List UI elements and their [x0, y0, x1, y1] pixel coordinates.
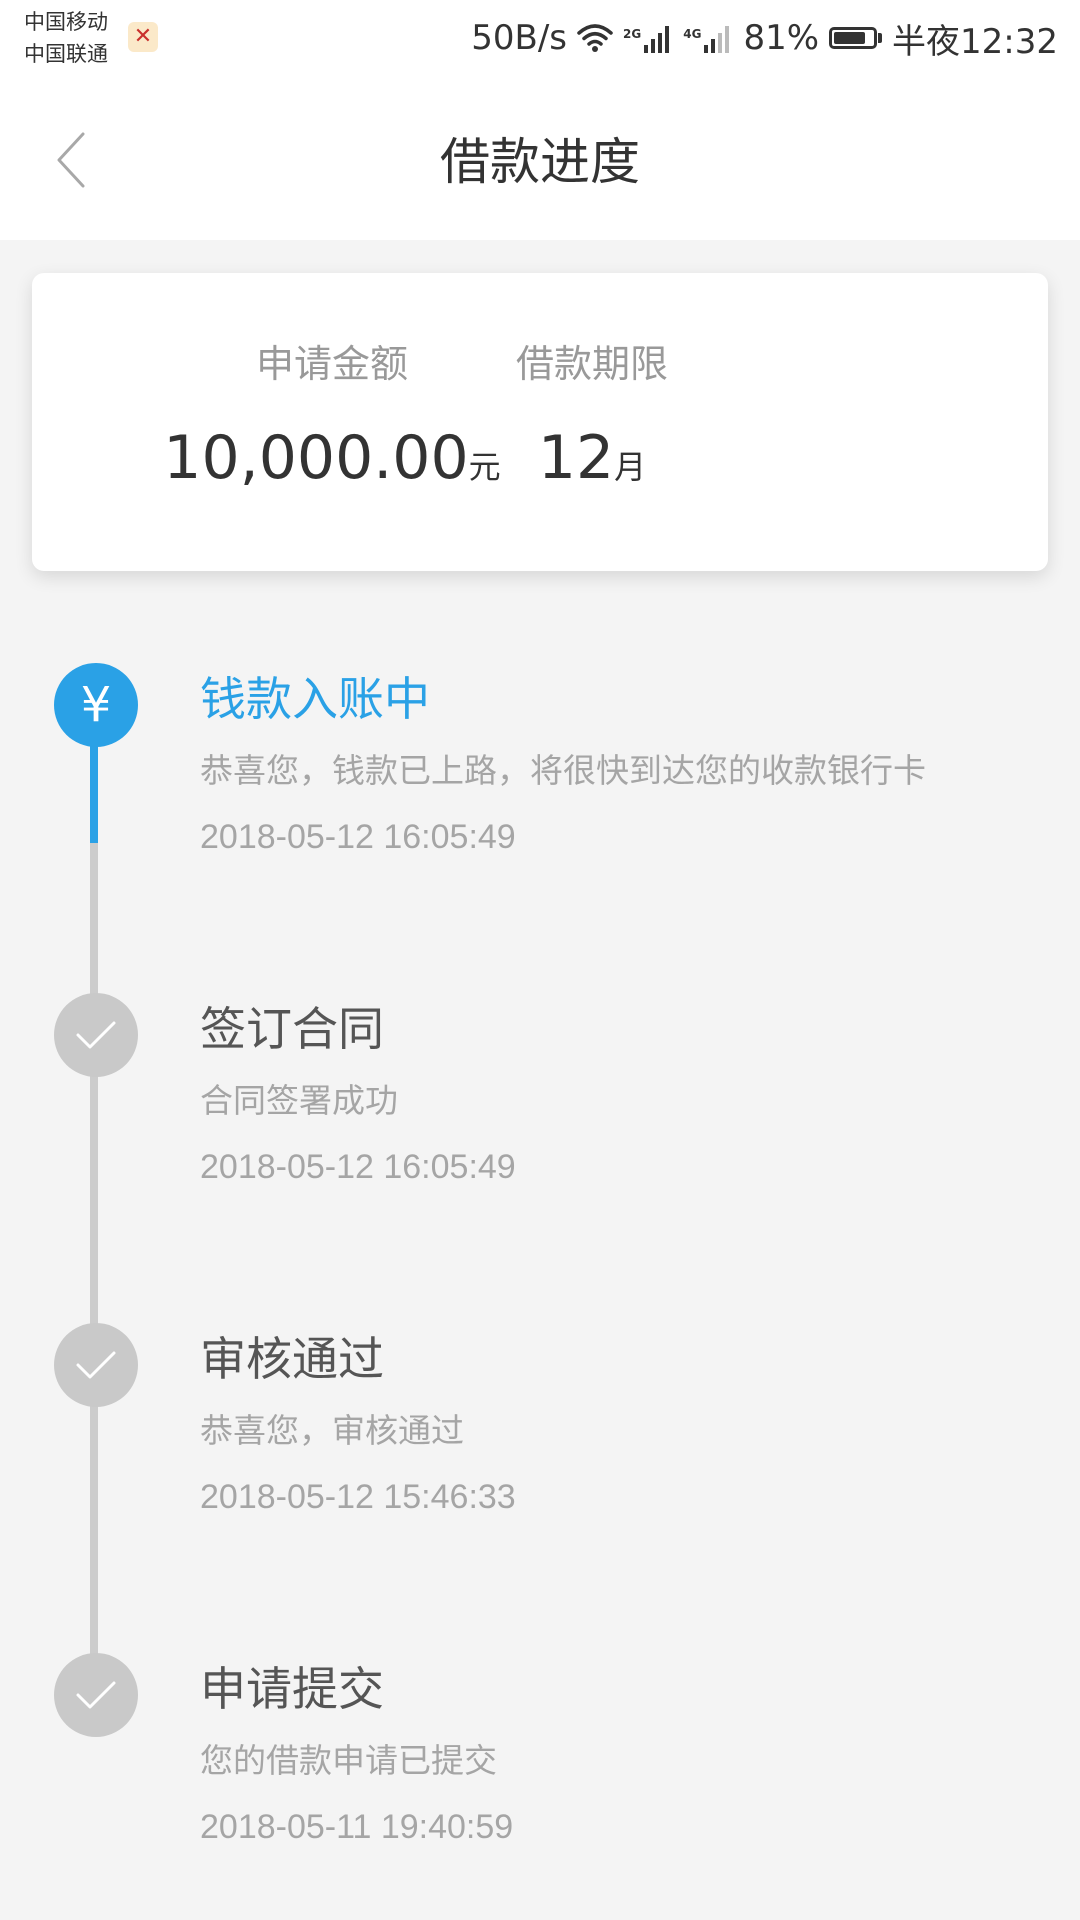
step-description: 恭喜您，钱款已上路，将很快到达您的收款银行卡 [200, 751, 926, 790]
step-time: 2018-05-12 16:05:49 [200, 818, 516, 856]
term-label: 借款期限 [515, 342, 668, 386]
network-type-label: 4G [683, 27, 702, 41]
network-type-label: 2G [623, 27, 642, 41]
wifi-icon [577, 23, 613, 53]
loan-summary-card: 申请金额 10,000.00元 借款期限 12月 [32, 273, 1048, 571]
notification-app-icon: ✕ [128, 22, 158, 52]
nav-bar: 借款进度 [0, 80, 1080, 240]
step-node [54, 1653, 138, 1737]
page-title: 借款进度 [440, 133, 640, 191]
timeline-track [90, 840, 98, 1690]
step-description: 合同签署成功 [200, 1081, 398, 1120]
step-title: 申请提交 [200, 1662, 384, 1716]
signal-icon: 4G [683, 23, 733, 53]
battery-body [829, 27, 878, 49]
term-value-row: 12月 [382, 423, 802, 502]
step-time: 2018-05-12 16:05:49 [200, 1148, 516, 1186]
signal-icon: 2G [623, 23, 673, 53]
step-node: ¥ [54, 663, 138, 747]
yen-icon: ¥ [80, 677, 112, 733]
timeline-step: ¥ 钱款入账中 恭喜您，钱款已上路，将很快到达您的收款银行卡 2018-05-1… [0, 663, 1080, 883]
net-speed: 50B/s [471, 18, 568, 58]
step-description: 恭喜您，审核通过 [200, 1411, 464, 1450]
status-bar: 中国移动 中国联通 ✕ 50B/s 2G 4G 81% 半夜12:32 [0, 0, 1080, 80]
step-node [54, 1323, 138, 1407]
carrier-name-2: 中国联通 [24, 42, 108, 66]
battery-tip [878, 33, 883, 43]
carrier-info: 中国移动 中国联通 [24, 6, 108, 70]
step-title: 钱款入账中 [200, 672, 430, 726]
clock: 半夜12:32 [892, 21, 1058, 62]
step-time: 2018-05-11 19:40:59 [200, 1808, 514, 1846]
battery-icon [829, 27, 883, 49]
check-icon [76, 1351, 116, 1379]
timeline-step: 申请提交 您的借款申请已提交 2018-05-11 19:40:59 [0, 1653, 1080, 1873]
carrier-name-1: 中国移动 [24, 10, 108, 34]
step-title: 签订合同 [200, 1002, 384, 1056]
check-icon [76, 1681, 116, 1709]
timeline-step: 审核通过 恭喜您，审核通过 2018-05-12 15:46:33 [0, 1323, 1080, 1543]
battery-percent: 81% [743, 18, 820, 58]
term-value: 12 [537, 423, 615, 493]
term-section: 借款期限 12月 [382, 339, 802, 502]
step-time: 2018-05-12 15:46:33 [200, 1478, 516, 1516]
timeline-step: 签订合同 合同签署成功 2018-05-12 16:05:49 [0, 993, 1080, 1213]
status-indicators: 50B/s 2G 4G 81% 半夜12:32 [461, 14, 1058, 62]
step-description: 您的借款申请已提交 [200, 1741, 497, 1780]
term-unit: 月 [614, 448, 647, 486]
step-title: 审核通过 [200, 1332, 384, 1386]
step-node [54, 993, 138, 1077]
battery-fill [834, 32, 865, 44]
check-icon [76, 1021, 116, 1049]
